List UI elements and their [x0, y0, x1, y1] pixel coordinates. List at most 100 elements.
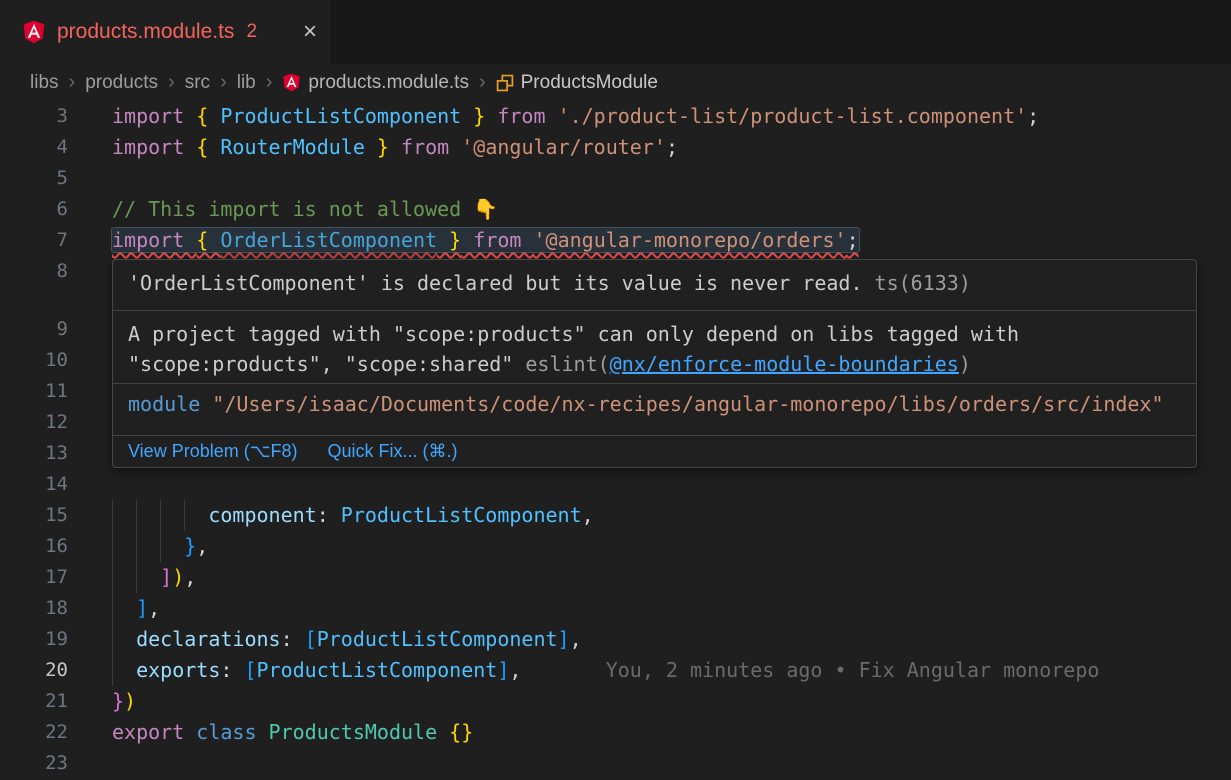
line-number[interactable]: 8 — [0, 256, 68, 287]
line-number[interactable]: 9 — [0, 314, 68, 345]
token: './product-list/product-list.component' — [558, 104, 1028, 128]
line-content[interactable] — [112, 748, 1231, 779]
breadcrumb-item-lib[interactable]: lib — [237, 72, 256, 94]
line-number[interactable]: 6 — [0, 194, 68, 225]
line-content[interactable]: component: ProductListComponent, — [112, 500, 1231, 531]
ts-diagnostic-message: 'OrderListComponent' is declared but its… — [128, 271, 863, 295]
chevron-right-icon: › — [69, 71, 76, 94]
code-line-20[interactable]: 20 exports: [ProductListComponent],You, 2… — [0, 655, 1231, 686]
token: ProductListComponent — [257, 658, 498, 682]
tab-bar: products.module.ts 2 × — [0, 0, 1231, 64]
token: : — [281, 627, 305, 651]
editor-tab-products-module[interactable]: products.module.ts 2 × — [0, 0, 330, 64]
line-number[interactable]: 19 — [0, 624, 68, 655]
angular-icon — [282, 73, 301, 92]
eslint-diagnostic-section: A project tagged with "scope:products" c… — [113, 311, 1196, 384]
hover-diagnostic-popup: 'OrderListComponent' is declared but its… — [112, 259, 1197, 468]
code-line-7[interactable]: 7 import { OrderListComponent } from '@an… — [0, 225, 1231, 256]
line-number[interactable]: 13 — [0, 438, 68, 469]
token: '@angular-monorepo/orders' — [533, 228, 846, 252]
breadcrumb-item-products[interactable]: products — [85, 72, 158, 94]
line-number[interactable]: 18 — [0, 593, 68, 624]
breadcrumb-item-symbol[interactable]: ProductsModule — [496, 72, 658, 94]
tab-filename: products.module.ts — [57, 20, 234, 44]
code-line-17[interactable]: 17]), — [0, 562, 1231, 593]
token: import — [112, 135, 196, 159]
line-number[interactable]: 10 — [0, 345, 68, 376]
token: : — [220, 658, 244, 682]
code-text: exports: [ProductListComponent], — [112, 658, 521, 682]
token: { — [196, 228, 220, 252]
breadcrumb-item-libs[interactable]: libs — [30, 72, 59, 94]
module-keyword: module — [128, 392, 212, 416]
line-number[interactable]: 5 — [0, 163, 68, 194]
line-content[interactable]: exports: [ProductListComponent],You, 2 m… — [112, 655, 1231, 686]
tab-close-icon[interactable]: × — [303, 20, 317, 44]
token: component — [208, 503, 316, 527]
line-number[interactable]: 11 — [0, 376, 68, 407]
line-content[interactable]: }, — [112, 531, 1231, 562]
line-content[interactable] — [112, 469, 1231, 500]
token: ) — [124, 689, 136, 713]
angular-icon — [22, 20, 46, 44]
line-content[interactable]: export class ProductsModule {} — [112, 717, 1231, 748]
line-number[interactable]: 4 — [0, 132, 68, 163]
line-number[interactable]: 21 — [0, 686, 68, 717]
breadcrumb-item-file[interactable]: products.module.ts — [282, 72, 469, 94]
indent-guide — [184, 500, 185, 531]
code-line-5[interactable]: 5 — [0, 163, 1231, 194]
line-content[interactable] — [112, 163, 1231, 194]
token: ProductListComponent — [220, 104, 461, 128]
line-content[interactable]: declarations: [ProductListComponent], — [112, 624, 1231, 655]
error-squiggle-range: import { OrderListComponent } from '@ang… — [112, 228, 859, 252]
code-line-21[interactable]: 21}) — [0, 686, 1231, 717]
line-number[interactable]: 7 — [0, 225, 68, 256]
token: class — [196, 720, 268, 744]
line-content[interactable]: ], — [112, 593, 1231, 624]
line-number[interactable]: 17 — [0, 562, 68, 593]
eslint-rule-link[interactable]: @nx/enforce-module-boundaries — [610, 352, 959, 376]
line-content[interactable]: }) — [112, 686, 1231, 717]
line-number[interactable]: 3 — [0, 101, 68, 132]
code-line-14[interactable]: 14 — [0, 469, 1231, 500]
token: from — [485, 104, 557, 128]
line-number[interactable]: 22 — [0, 717, 68, 748]
token: { — [196, 135, 220, 159]
quick-fix-action[interactable]: Quick Fix... (⌘.) — [327, 441, 457, 462]
hover-action-bar: View Problem (⌥F8) Quick Fix... (⌘.) — [113, 436, 1196, 467]
token: ] — [497, 658, 509, 682]
line-content[interactable]: import { OrderListComponent } from '@ang… — [112, 225, 1231, 256]
breadcrumb: libs › products › src › lib › products.m… — [0, 64, 1231, 101]
line-number[interactable]: 23 — [0, 748, 68, 779]
line-number[interactable]: 15 — [0, 500, 68, 531]
code-line-22[interactable]: 22 export class ProductsModule {} — [0, 717, 1231, 748]
token: [ — [305, 627, 317, 651]
line-content[interactable]: import { ProductListComponent } from './… — [112, 101, 1231, 132]
code-line-23[interactable]: 23 — [0, 748, 1231, 779]
line-content[interactable]: // This import is not allowed 👇 — [112, 194, 1231, 225]
ts-diagnostic-section: 'OrderListComponent' is declared but its… — [113, 260, 1196, 311]
code-line-4[interactable]: 4 import { RouterModule } from '@angular/… — [0, 132, 1231, 163]
code-line-6[interactable]: 6 // This import is not allowed 👇 — [0, 194, 1231, 225]
code-line-19[interactable]: 19 declarations: [ProductListComponent], — [0, 624, 1231, 655]
token: , — [184, 565, 196, 589]
breadcrumb-item-src[interactable]: src — [185, 72, 210, 94]
line-content[interactable]: ]), — [112, 562, 1231, 593]
indent-guide — [136, 562, 137, 593]
tab-error-count-badge: 2 — [246, 21, 257, 43]
line-content[interactable]: import { RouterModule } from '@angular/r… — [112, 132, 1231, 163]
token: export — [112, 720, 196, 744]
line-number[interactable]: 16 — [0, 531, 68, 562]
line-number[interactable]: 12 — [0, 407, 68, 438]
code-line-15[interactable]: 15 component: ProductListComponent, — [0, 500, 1231, 531]
code-line-18[interactable]: 18], — [0, 593, 1231, 624]
line-number[interactable]: 20 — [0, 655, 68, 686]
code-line-16[interactable]: 16}, — [0, 531, 1231, 562]
indent-guide — [112, 531, 113, 562]
code-line-3[interactable]: 3 import { ProductListComponent } from '.… — [0, 101, 1231, 132]
view-problem-action[interactable]: View Problem (⌥F8) — [128, 441, 297, 462]
token: : — [317, 503, 341, 527]
line-number[interactable]: 14 — [0, 469, 68, 500]
token — [437, 720, 449, 744]
token: {} — [449, 720, 473, 744]
